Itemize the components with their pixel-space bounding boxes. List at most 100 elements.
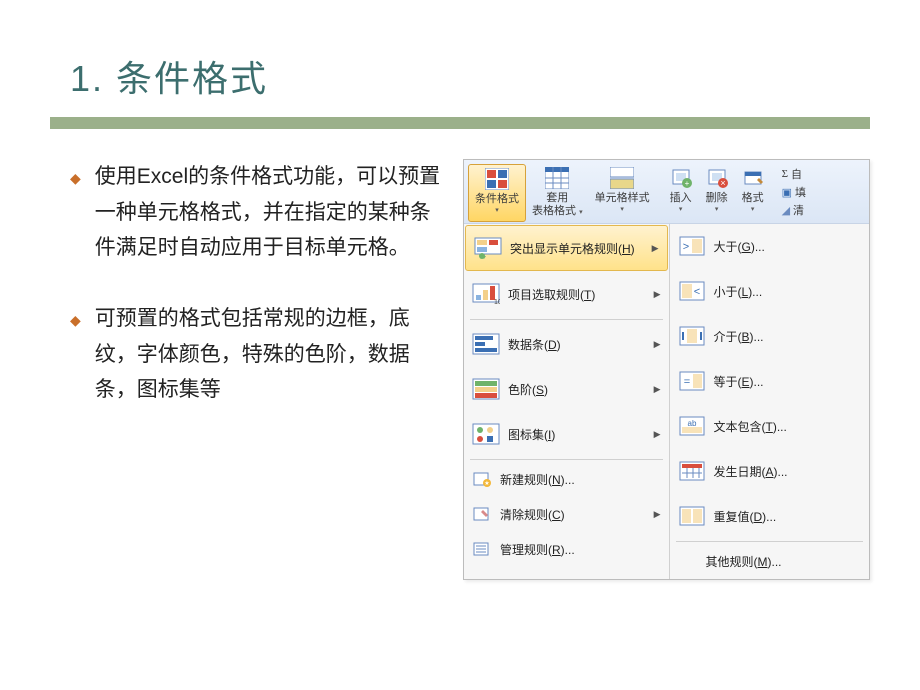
list-item: ◆ 使用Excel的条件格式功能，可以预置一种单元格格式，并在指定的某种条件满足… (70, 159, 443, 266)
svg-text:>: > (682, 241, 688, 253)
chevron-down-icon: ▾ (715, 205, 719, 213)
menu-label: 文本包含(T)... (714, 418, 862, 435)
menu-label: 大于(G)... (714, 238, 862, 255)
svg-text:★: ★ (484, 480, 489, 487)
autosum-icon[interactable]: Σ (782, 168, 788, 180)
menu-label: 等于(E)... (714, 373, 862, 390)
chevron-right-icon: ▶ (654, 384, 661, 395)
between-item[interactable]: 介于(B)... (670, 314, 870, 359)
bullet-icon: ◆ (70, 309, 81, 333)
delete-button[interactable]: × 删除 ▾ (699, 164, 735, 222)
menu-label: 其他规则(M)... (706, 553, 862, 570)
date-occurring-item[interactable]: 发生日期(A)... (670, 449, 870, 494)
ribbon-label: 删除 (706, 192, 728, 205)
table-format-icon (545, 166, 569, 190)
highlight-rules-submenu: > 大于(G)... < 小于(L)... 介于(B (670, 224, 870, 579)
between-icon (678, 325, 706, 347)
svg-text:×: × (720, 178, 725, 188)
top-rules-icon: 10 (472, 283, 500, 305)
bullet-list: ◆ 使用Excel的条件格式功能，可以预置一种单元格格式，并在指定的某种条件满足… (50, 159, 443, 580)
clear-icon[interactable]: ◢ (782, 204, 790, 217)
equal-to-item[interactable]: = 等于(E)... (670, 359, 870, 404)
chevron-right-icon: ▶ (654, 289, 661, 300)
title-divider (50, 117, 870, 129)
conditional-format-icon (485, 167, 509, 191)
more-rules-item[interactable]: 其他规则(M)... (670, 544, 870, 579)
svg-text:10: 10 (494, 299, 500, 305)
format-button[interactable]: 格式 ▾ (735, 164, 771, 222)
svg-text:=: = (683, 376, 689, 388)
data-bars-icon (472, 333, 500, 355)
svg-text:+: + (684, 179, 689, 188)
chevron-down-icon: ▾ (679, 205, 683, 213)
less-than-item[interactable]: < 小于(L)... (670, 269, 870, 314)
chevron-down-icon: ▾ (620, 205, 624, 213)
menu-label: 项目选取规则(T) (508, 286, 646, 303)
excel-screenshot: 条件格式 ▾ 套用表格格式 ▾ 单元格样式 ▾ (463, 159, 870, 580)
chevron-right-icon: ▶ (654, 509, 661, 520)
color-scales-icon (472, 378, 500, 400)
text-contains-icon: ab (678, 415, 706, 437)
date-icon (678, 460, 706, 482)
list-item: ◆ 可预置的格式包括常规的边框，底纹，字体颜色，特殊的色阶，数据条，图标集等 (70, 301, 443, 408)
blank-icon (678, 552, 698, 570)
conditional-format-button[interactable]: 条件格式 ▾ (468, 164, 526, 222)
ribbon-label: 套用表格格式 ▾ (532, 192, 583, 218)
ribbon: 条件格式 ▾ 套用表格格式 ▾ 单元格样式 ▾ (464, 160, 869, 224)
format-icon (741, 166, 765, 190)
slide-title: 1. 条件格式 (70, 50, 870, 102)
chevron-down-icon: ▾ (495, 206, 499, 214)
greater-than-item[interactable]: > 大于(G)... (670, 224, 870, 269)
new-rule-item[interactable]: ★ 新建规则(N)... (464, 462, 669, 497)
chevron-right-icon: ▶ (652, 243, 659, 254)
table-format-button[interactable]: 套用表格格式 ▾ (526, 164, 589, 222)
menu-label: 管理规则(R)... (500, 541, 661, 558)
highlight-cells-rules-item[interactable]: 突出显示单元格规则(H) ▶ (465, 225, 668, 271)
duplicate-icon (678, 505, 706, 527)
fill-icon[interactable]: ▣ (782, 186, 792, 199)
menu-label: 介于(B)... (714, 328, 862, 345)
clear-rules-item[interactable]: 清除规则(C) ▶ (464, 497, 669, 532)
menu-label: 色阶(S) (508, 381, 646, 398)
bullet-text: 使用Excel的条件格式功能，可以预置一种单元格格式，并在指定的某种条件满足时自… (95, 159, 443, 266)
ribbon-label: 格式 (742, 192, 764, 205)
data-bars-item[interactable]: 数据条(D) ▶ (464, 322, 669, 367)
manage-rules-icon (472, 540, 492, 558)
clear-rules-icon (472, 505, 492, 523)
color-scales-item[interactable]: 色阶(S) ▶ (464, 367, 669, 412)
insert-button[interactable]: + 插入 ▾ (663, 164, 699, 222)
less-than-icon: < (678, 280, 706, 302)
chevron-right-icon: ▶ (654, 429, 661, 440)
bullet-text: 可预置的格式包括常规的边框，底纹，字体颜色，特殊的色阶，数据条，图标集等 (95, 301, 443, 408)
menu-label: 发生日期(A)... (714, 463, 862, 480)
conditional-format-menu: 突出显示单元格规则(H) ▶ 10 项目选取规则(T) ▶ (464, 224, 670, 579)
chevron-down-icon: ▾ (751, 205, 755, 213)
manage-rules-item[interactable]: 管理规则(R)... (464, 532, 669, 567)
menu-label: 图标集(I) (508, 426, 646, 443)
cell-styles-icon (610, 166, 634, 190)
menu-label: 小于(L)... (714, 283, 862, 300)
menu-label: 突出显示单元格规则(H) (510, 240, 644, 257)
ribbon-label: 插入 (670, 192, 692, 205)
bullet-icon: ◆ (70, 167, 81, 191)
equal-to-icon: = (678, 370, 706, 392)
menu-label: 清除规则(C) (500, 506, 646, 523)
menu-label: 数据条(D) (508, 336, 646, 353)
text-contains-item[interactable]: ab 文本包含(T)... (670, 404, 870, 449)
icon-sets-item[interactable]: 图标集(I) ▶ (464, 412, 669, 457)
new-rule-icon: ★ (472, 470, 492, 488)
highlight-rules-icon (474, 237, 502, 259)
menu-label: 重复值(D)... (714, 508, 862, 525)
insert-icon: + (669, 166, 693, 190)
cell-styles-button[interactable]: 单元格样式 ▾ (589, 164, 656, 222)
chevron-right-icon: ▶ (654, 339, 661, 350)
delete-icon: × (705, 166, 729, 190)
ribbon-label: 条件格式 (475, 193, 519, 206)
menu-label: 新建规则(N)... (500, 471, 661, 488)
ribbon-label: 单元格样式 (595, 192, 650, 205)
duplicate-values-item[interactable]: 重复值(D)... (670, 494, 870, 539)
greater-than-icon: > (678, 235, 706, 257)
top-bottom-rules-item[interactable]: 10 项目选取规则(T) ▶ (464, 272, 669, 317)
svg-text:ab: ab (687, 419, 696, 428)
svg-text:<: < (693, 286, 699, 298)
